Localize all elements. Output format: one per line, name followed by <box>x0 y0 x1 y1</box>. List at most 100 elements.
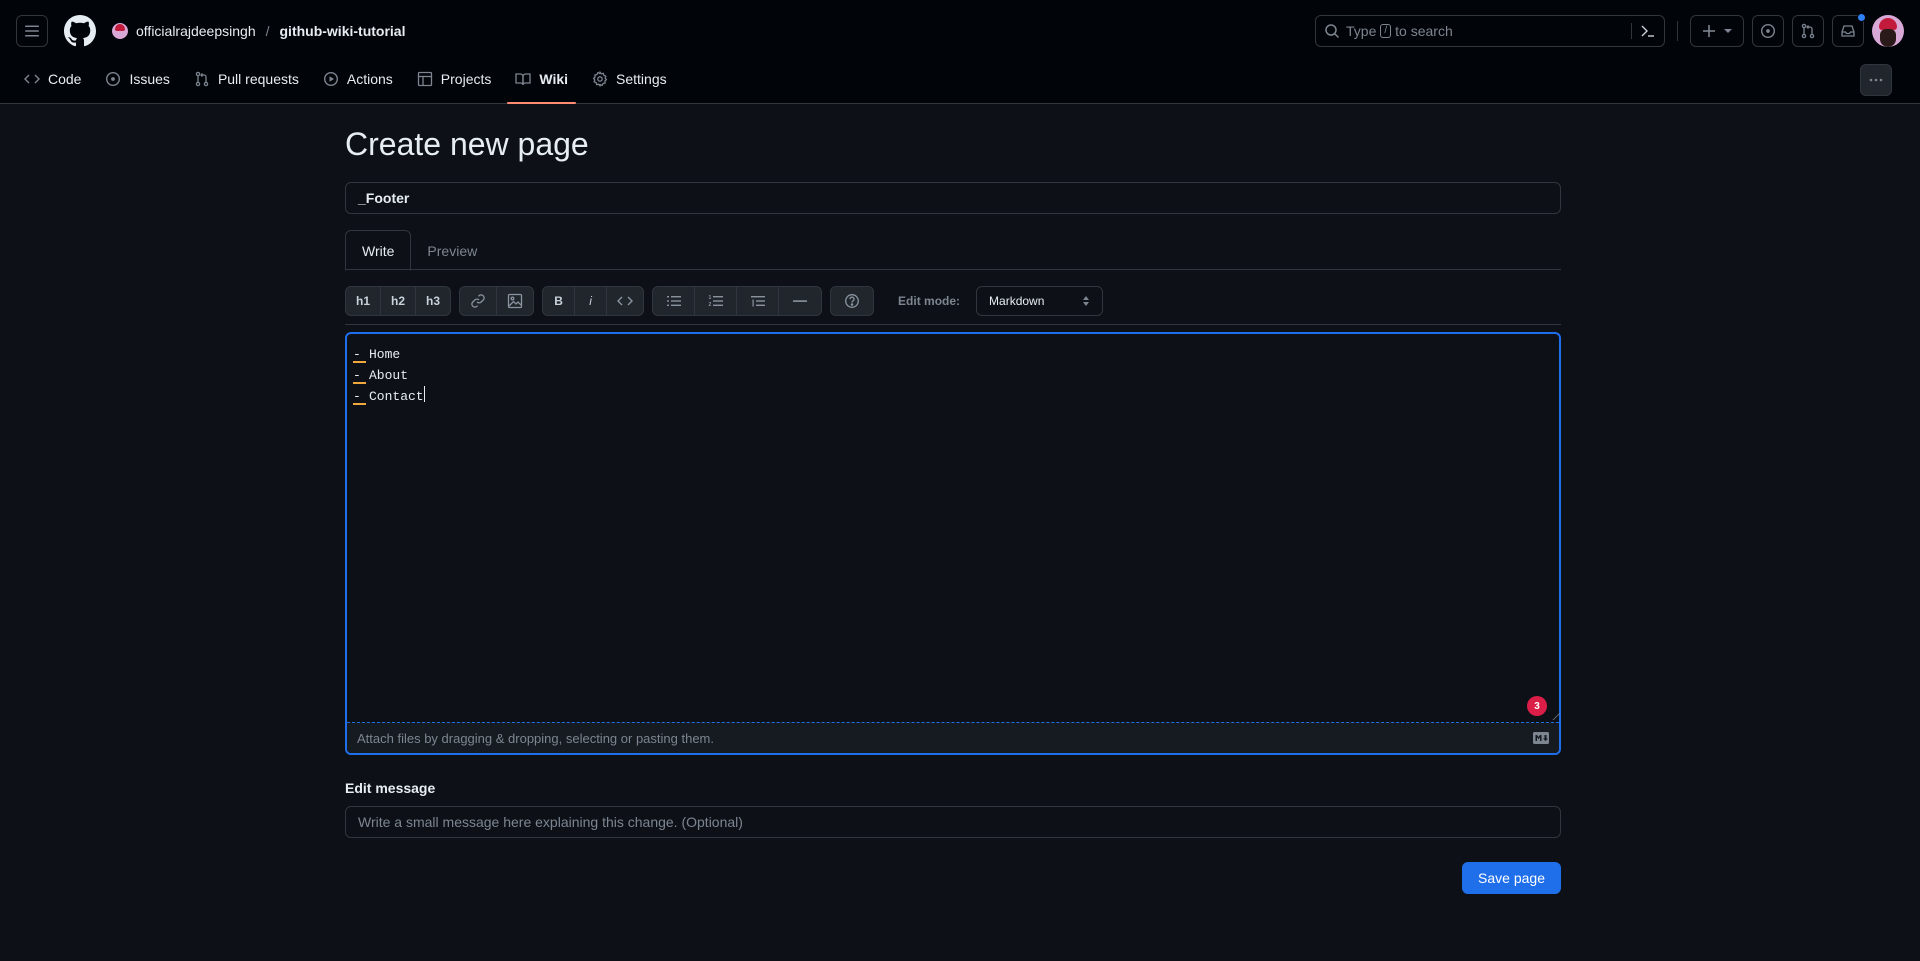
edit-message-input[interactable]: Write a small message here explaining th… <box>345 806 1561 838</box>
task-list-button[interactable] <box>737 287 780 315</box>
question-icon <box>845 294 859 308</box>
editor-line: - About <box>353 365 1553 386</box>
ordered-list-button[interactable]: 12 <box>695 287 738 315</box>
code-icon <box>617 296 634 306</box>
list-marker: - <box>353 365 369 386</box>
editor-tabs: Write Preview <box>345 230 1561 271</box>
editor-textarea[interactable]: - Home - About - Contact 3 <box>347 334 1561 722</box>
h2-button[interactable]: h2 <box>381 287 417 315</box>
plus-icon <box>1703 25 1715 37</box>
tab-pull-requests[interactable]: Pull requests <box>186 55 307 103</box>
link-button[interactable] <box>460 287 498 315</box>
command-palette-icon[interactable] <box>1640 23 1656 39</box>
search-icon <box>1325 24 1340 39</box>
github-mark-icon <box>64 15 96 47</box>
play-icon <box>323 71 338 87</box>
breadcrumb-repo[interactable]: github-wiki-tutorial <box>280 23 406 39</box>
link-icon <box>471 294 485 308</box>
triangle-down-icon <box>1724 29 1732 33</box>
editor-line: - Home <box>353 344 1553 365</box>
edit-mode-label: Edit mode: <box>898 294 961 308</box>
edit-mode-select[interactable]: Markdown <box>976 286 1104 316</box>
markdown-editor[interactable]: - Home - About - Contact 3 Attach files by … <box>345 332 1561 755</box>
markdown-icon[interactable] <box>1533 732 1549 744</box>
edit-message-label: Edit message <box>345 780 436 796</box>
issue-opened-icon <box>106 71 121 87</box>
tab-label: Wiki <box>539 71 569 87</box>
h1-button[interactable]: h1 <box>346 287 382 315</box>
pull-requests-button[interactable] <box>1792 15 1824 47</box>
markdown-toolbar: h1 h2 h3 B i 12 Edit mode: Markdown <box>345 286 1561 316</box>
tab-projects[interactable]: Projects <box>409 55 500 103</box>
tab-preview[interactable]: Preview <box>411 230 493 271</box>
search-shortcut-key: / <box>1380 24 1392 38</box>
page-title: Create new page <box>345 126 589 162</box>
horizontal-rule-icon <box>793 300 808 302</box>
notification-indicator <box>1857 13 1866 22</box>
italic-button[interactable]: i <box>575 287 608 315</box>
github-logo[interactable] <box>64 15 96 47</box>
main-content: Create new page _Footer Write Preview h1… <box>345 126 1561 894</box>
more-options-button[interactable] <box>1860 64 1892 96</box>
horizontal-rule-button[interactable] <box>779 287 821 315</box>
tab-issues[interactable]: Issues <box>97 55 177 103</box>
tab-label: Code <box>48 71 82 87</box>
tasklist-icon <box>750 296 765 307</box>
tab-settings[interactable]: Settings <box>584 55 675 103</box>
code-icon <box>24 74 40 84</box>
kebab-horizontal-icon <box>1869 78 1883 82</box>
search-suffix: to search <box>1395 23 1453 39</box>
image-button[interactable] <box>497 287 533 315</box>
issue-opened-icon <box>1760 23 1776 39</box>
help-group <box>830 286 875 316</box>
tab-wiki[interactable]: Wiki <box>507 55 576 104</box>
git-pull-request-icon <box>1801 23 1815 39</box>
list-unordered-icon <box>666 296 681 306</box>
insert-group <box>459 286 535 316</box>
tab-label: Settings <box>616 71 667 87</box>
unordered-list-button[interactable] <box>653 287 696 315</box>
user-avatar[interactable] <box>1872 15 1904 47</box>
breadcrumb: officialrajdeepsingh / github-wiki-tutor… <box>112 23 405 39</box>
bold-button[interactable]: B <box>543 287 576 315</box>
resize-handle[interactable] <box>1546 713 1561 720</box>
svg-text:1: 1 <box>708 295 711 301</box>
list-marker: - <box>353 344 369 365</box>
git-pull-request-icon <box>195 71 209 87</box>
code-button[interactable] <box>607 287 643 315</box>
tab-code[interactable]: Code <box>16 55 89 103</box>
heading-group: h1 h2 h3 <box>345 286 452 316</box>
list-group: 12 <box>652 286 823 316</box>
select-arrows-icon <box>1083 296 1090 306</box>
search-input[interactable]: Type / to search <box>1315 15 1665 47</box>
tab-label: Pull requests <box>217 71 299 87</box>
tab-label: Projects <box>440 71 492 87</box>
attach-files-bar[interactable]: Attach files by dragging & dropping, sel… <box>347 722 1559 753</box>
tab-actions[interactable]: Actions <box>315 55 401 103</box>
global-header: officialrajdeepsingh / github-wiki-tutor… <box>0 0 1920 104</box>
hamburger-icon <box>25 25 39 37</box>
svg-text:2: 2 <box>708 302 711 308</box>
issues-button[interactable] <box>1752 15 1784 47</box>
tab-label: Issues <box>129 71 170 87</box>
format-group: B i <box>542 286 645 316</box>
list-marker: - <box>353 386 369 407</box>
list-ordered-icon: 12 <box>708 295 723 308</box>
repo-nav: Code Issues Pull requests Actions Projec… <box>16 55 683 104</box>
menu-button[interactable] <box>16 15 48 47</box>
create-new-button[interactable] <box>1690 15 1744 47</box>
tab-write[interactable]: Write <box>345 230 412 271</box>
inbox-icon <box>1841 25 1855 37</box>
spellcheck-badge[interactable]: 3 <box>1527 696 1547 716</box>
line-text: Home <box>369 347 401 362</box>
image-icon <box>507 293 523 309</box>
inbox-button[interactable] <box>1832 13 1866 47</box>
help-button[interactable] <box>831 287 873 315</box>
table-icon <box>417 71 432 87</box>
h3-button[interactable]: h3 <box>416 287 450 315</box>
breadcrumb-owner[interactable]: officialrajdeepsingh <box>136 23 256 39</box>
edit-mode-value: Markdown <box>989 294 1045 308</box>
editor-line: - Contact <box>353 386 1553 407</box>
page-name-input[interactable]: _Footer <box>345 182 1561 214</box>
save-page-button[interactable]: Save page <box>1462 862 1561 894</box>
